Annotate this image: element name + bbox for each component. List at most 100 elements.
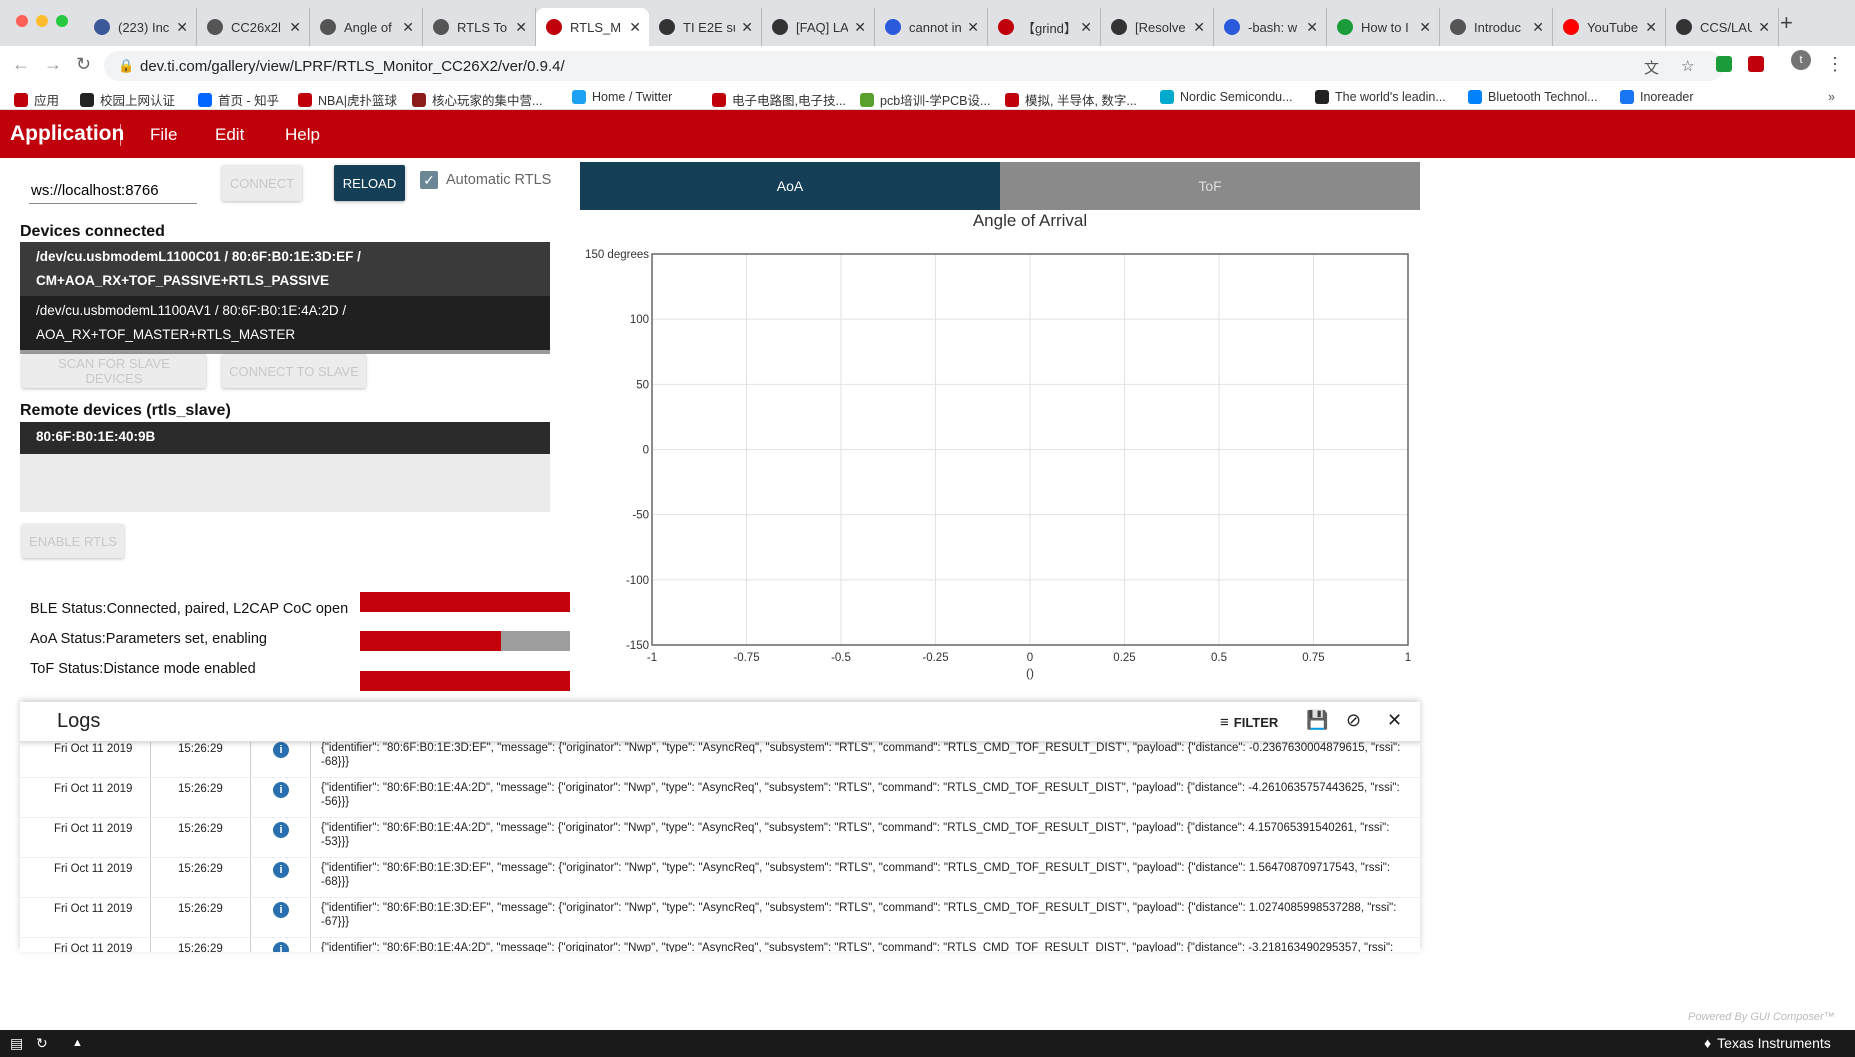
bookmark-item[interactable]: NBA|虎扑篮球	[298, 90, 397, 109]
info-icon: i	[273, 902, 289, 918]
enable-rtls-button[interactable]: ENABLE RTLS	[22, 524, 124, 558]
tab-close-icon[interactable]: ✕	[741, 19, 753, 36]
bookmark-item[interactable]: 模拟, 半导体, 数字...	[1005, 90, 1137, 109]
bookmark-favicon-icon	[1160, 90, 1174, 104]
log-date: Fri Oct 11 2019	[54, 943, 133, 952]
bookmark-item[interactable]: Home / Twitter	[572, 90, 672, 104]
tab-favicon-icon	[659, 19, 675, 35]
bookmark-item[interactable]: 核心玩家的集中营...	[412, 90, 542, 109]
bookmark-item[interactable]: 校园上网认证	[80, 90, 175, 109]
bookmark-star-icon[interactable]: ☆	[1681, 57, 1694, 75]
reload-icon[interactable]: ↻	[76, 54, 91, 75]
filter-button[interactable]: ≡ FILTER	[1220, 714, 1278, 731]
browser-tab[interactable]: TI E2E su ✕	[649, 8, 762, 46]
logs-panel: Logs ≡ FILTER 💾 ⊘ ✕ Fri Oct 11 2019 15:26…	[20, 702, 1420, 952]
tab-close-icon[interactable]: ✕	[289, 19, 301, 36]
window-minimize-button[interactable]	[36, 15, 48, 27]
connect-button[interactable]: CONNECT	[222, 165, 302, 201]
save-icon[interactable]: 💾	[1306, 710, 1328, 731]
bookmark-item[interactable]: 电子电路图,电子技...	[712, 90, 846, 109]
browser-tab[interactable]: [FAQ] LA ✕	[762, 8, 875, 46]
window-close-button[interactable]	[16, 15, 28, 27]
reload-button[interactable]: RELOAD	[334, 165, 405, 201]
bookmark-item[interactable]: Bluetooth Technol...	[1468, 90, 1598, 104]
back-arrow-icon[interactable]: ←	[12, 54, 30, 75]
tab-tof[interactable]: ToF	[1000, 162, 1420, 210]
browser-tab[interactable]: Angle of ✕	[310, 8, 423, 46]
browser-tab[interactable]: 【grind】 ✕	[988, 8, 1101, 46]
connect-to-slave-button[interactable]: CONNECT TO SLAVE	[222, 354, 366, 388]
browser-tab[interactable]: How to I ✕	[1327, 8, 1440, 46]
browser-tab[interactable]: CC26x2l ✕	[197, 8, 310, 46]
browser-menu-icon[interactable]: ⋮	[1826, 54, 1844, 75]
tab-title: How to I	[1361, 19, 1409, 35]
log-row: Fri Oct 11 2019 15:26:29 i {"identifier": "…	[20, 898, 1420, 938]
scan-slave-devices-button[interactable]: SCAN FOR SLAVE DEVICES	[22, 354, 206, 388]
tab-close-icon[interactable]: ✕	[1080, 19, 1092, 36]
websocket-url-input[interactable]	[29, 178, 197, 204]
connection-icon[interactable]: ↻	[36, 1035, 48, 1052]
tab-close-icon[interactable]: ✕	[176, 19, 188, 36]
bookmark-item[interactable]: 应用	[14, 90, 59, 109]
bookmark-item[interactable]: pcb培训-学PCB设...	[860, 90, 990, 109]
tab-close-icon[interactable]: ✕	[1532, 19, 1544, 36]
forward-arrow-icon[interactable]: →	[44, 54, 62, 75]
log-date: Fri Oct 11 2019	[54, 783, 133, 795]
clear-icon[interactable]: ⊘	[1346, 710, 1361, 731]
bookmark-item[interactable]: Inoreader	[1620, 90, 1694, 104]
extension-ti-icon[interactable]	[1748, 56, 1764, 72]
caret-up-icon[interactable]: ▲	[72, 1037, 83, 1049]
tab-close-icon[interactable]: ✕	[515, 19, 527, 36]
tab-close-icon[interactable]: ✕	[1193, 19, 1205, 36]
close-icon[interactable]: ✕	[1387, 710, 1402, 731]
new-tab-plus-icon[interactable]: +	[1780, 10, 1793, 36]
tab-close-icon[interactable]: ✕	[854, 19, 866, 36]
tab-close-icon[interactable]: ✕	[629, 19, 641, 36]
automatic-rtls-checkbox[interactable]: ✓	[420, 171, 438, 189]
tab-close-icon[interactable]: ✕	[967, 19, 979, 36]
document-icon[interactable]: ▤	[10, 1035, 23, 1052]
log-row: Fri Oct 11 2019 15:26:29 i {"identifier": "…	[20, 938, 1420, 952]
tab-close-icon[interactable]: ✕	[1419, 19, 1431, 36]
device-item[interactable]: /dev/cu.usbmodemL1100AV1 / 80:6F:B0:1E:4…	[20, 296, 550, 350]
browser-tab[interactable]: CCS/LAU ✕	[1666, 8, 1779, 46]
browser-tab[interactable]: cannot in ✕	[875, 8, 988, 46]
tab-close-icon[interactable]: ✕	[1758, 19, 1770, 36]
tab-close-icon[interactable]: ✕	[1645, 19, 1657, 36]
remote-device-item[interactable]: 80:6F:B0:1E:40:9B	[20, 422, 550, 454]
menu-edit[interactable]: Edit	[215, 125, 244, 145]
browser-tab[interactable]: [Resolve ✕	[1101, 8, 1214, 46]
app-title: Application	[10, 122, 125, 145]
tab-close-icon[interactable]: ✕	[1306, 19, 1318, 36]
ti-logo-icon: ♦	[1704, 1035, 1712, 1051]
bookmark-item[interactable]: Nordic Semicondu...	[1160, 90, 1293, 104]
address-bar[interactable]: 🔒 dev.ti.com/gallery/view/LPRF/RTLS_Moni…	[104, 51, 1724, 81]
tab-title: CCS/LAU	[1700, 19, 1753, 35]
profile-avatar[interactable]: t	[1791, 50, 1811, 70]
menu-file[interactable]: File	[150, 125, 177, 145]
browser-tab[interactable]: RTLS To ✕	[423, 8, 536, 46]
aoa-status-bar	[360, 631, 570, 651]
browser-tab[interactable]: -bash: w ✕	[1214, 8, 1327, 46]
menu-help[interactable]: Help	[285, 125, 320, 145]
bookmarks-overflow-icon[interactable]: »	[1828, 90, 1835, 104]
tab-favicon-icon	[772, 19, 788, 35]
browser-tab[interactable]: YouTube ✕	[1553, 8, 1666, 46]
translate-icon[interactable]: 文	[1644, 57, 1659, 78]
bookmark-item[interactable]: 首页 - 知乎	[198, 90, 279, 109]
log-time: 15:26:29	[178, 823, 223, 835]
x-tick-label: 0.25	[1113, 652, 1135, 664]
ti-brand: ♦ Texas Instruments	[1704, 1035, 1831, 1051]
tab-aoa[interactable]: AoA	[580, 162, 1000, 210]
browser-tab[interactable]: (223) Inc ✕	[84, 8, 197, 46]
filter-label: FILTER	[1233, 715, 1279, 730]
browser-tab[interactable]: Introduc ✕	[1440, 8, 1553, 46]
tab-close-icon[interactable]: ✕	[402, 19, 414, 36]
device-item[interactable]: /dev/cu.usbmodemL1100C01 / 80:6F:B0:1E:3…	[20, 242, 550, 296]
tof-status-label: ToF Status:Distance mode enabled	[30, 661, 256, 677]
browser-tab[interactable]: RTLS_M ✕	[536, 8, 649, 46]
bookmark-item[interactable]: The world's leadin...	[1315, 90, 1446, 104]
window-zoom-button[interactable]	[56, 15, 68, 27]
extension-green-icon[interactable]	[1716, 56, 1732, 72]
info-icon: i	[273, 942, 289, 952]
